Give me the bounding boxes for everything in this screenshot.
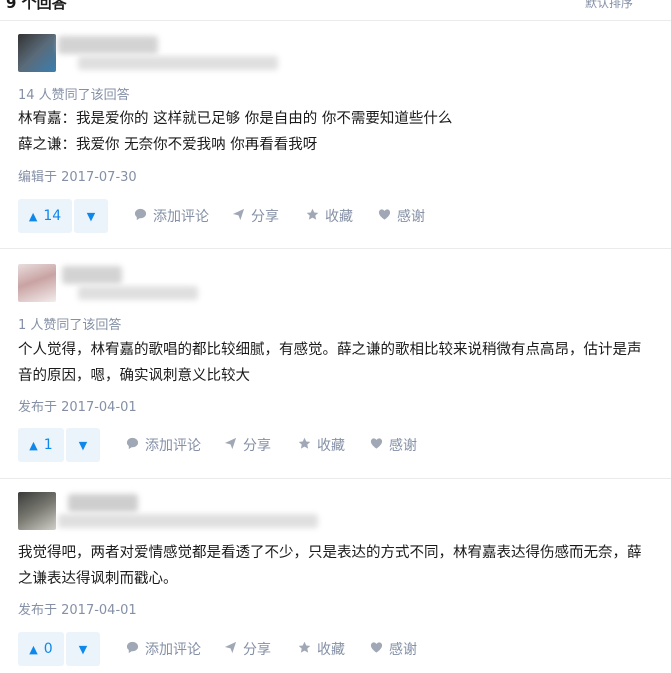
divider <box>0 478 671 479</box>
comment-label: 添加评论 <box>145 438 201 454</box>
arrow-up-icon: ▲ <box>28 209 38 223</box>
content-line: 之谦表达得讽刺而戳心。 <box>18 571 178 587</box>
answer-content: 个人觉得，林宥嘉的歌唱的都比较细腻，有感觉。薛之谦的歌相比较来说稍微有点高昂，估… <box>18 337 663 389</box>
thanks-button[interactable]: 感谢 <box>370 632 417 666</box>
content-line: 个人觉得，林宥嘉的歌唱的都比较细腻，有感觉。薛之谦的歌相比较来说稍微有点高昂，估… <box>18 342 642 358</box>
collect-button[interactable]: 收藏 <box>298 632 345 666</box>
vote-down-button[interactable]: ▼ <box>74 199 108 233</box>
thanks-label: 感谢 <box>389 438 417 454</box>
thanks-label: 感谢 <box>397 209 425 225</box>
vote-down-button[interactable]: ▼ <box>66 428 100 462</box>
answer-date[interactable]: 发布于 2017-04-01 <box>18 396 137 415</box>
heart-icon <box>378 208 391 225</box>
agree-count-text: 14 人赞同了该回答 <box>18 88 130 103</box>
content-line: 音的原因，嗯，确实讽刺意义比较大 <box>18 368 250 384</box>
collect-button[interactable]: 收藏 <box>306 199 353 233</box>
previous-header-strip: 9 个回答 默认排序 <box>0 0 671 21</box>
author-headline-blurred <box>78 56 278 70</box>
author-name-blurred <box>62 266 122 284</box>
author-info[interactable] <box>18 34 278 74</box>
comment-button[interactable]: 添加评论 <box>126 428 201 462</box>
avatar[interactable] <box>18 264 56 302</box>
avatar[interactable] <box>18 34 56 72</box>
comment-icon <box>126 437 139 454</box>
author-headline-blurred <box>58 514 318 528</box>
action-bar: ▲ 14 ▼ 添加评论 分享 收藏 感谢 <box>18 199 468 233</box>
comment-button[interactable]: 添加评论 <box>134 199 209 233</box>
comment-label: 添加评论 <box>145 642 201 658</box>
share-label: 分享 <box>243 438 271 454</box>
vote-count: 1 <box>43 437 53 453</box>
author-headline-blurred <box>78 286 198 300</box>
thanks-label: 感谢 <box>389 642 417 658</box>
comment-label: 添加评论 <box>153 209 209 225</box>
thanks-button[interactable]: 感谢 <box>378 199 425 233</box>
collect-button[interactable]: 收藏 <box>298 428 345 462</box>
vote-down-button[interactable]: ▼ <box>66 632 100 666</box>
collect-label: 收藏 <box>317 642 345 658</box>
author-name-blurred <box>68 494 138 512</box>
arrow-down-icon: ▼ <box>78 642 88 656</box>
action-bar: ▲ 0 ▼ 添加评论 分享 收藏 感谢 <box>18 632 458 666</box>
sort-option[interactable]: 默认排序 <box>585 0 633 11</box>
answers-count-title: 9 个回答 <box>6 0 67 12</box>
share-button[interactable]: 分享 <box>224 428 271 462</box>
heart-icon <box>370 437 383 454</box>
collect-label: 收藏 <box>317 438 345 454</box>
share-button[interactable]: 分享 <box>232 199 279 233</box>
share-icon <box>224 641 237 658</box>
answer-content: 我觉得吧，两者对爱情感觉都是看透了不少，只是表达的方式不同，林宥嘉表达得伤感而无… <box>18 540 663 592</box>
answer-date[interactable]: 编辑于 2017-07-30 <box>18 166 137 185</box>
heart-icon <box>370 641 383 658</box>
avatar[interactable] <box>18 492 56 530</box>
collect-label: 收藏 <box>325 209 353 225</box>
star-icon <box>298 437 311 454</box>
share-label: 分享 <box>251 209 279 225</box>
vote-count: 0 <box>43 641 53 657</box>
author-name-blurred <box>58 36 158 54</box>
content-line: 我觉得吧，两者对爱情感觉都是看透了不少，只是表达的方式不同，林宥嘉表达得伤感而无… <box>18 545 642 561</box>
author-info[interactable] <box>18 492 318 532</box>
comment-icon <box>134 208 147 225</box>
content-line: 林宥嘉：我是爱你的 这样就已足够 你是自由的 你不需要知道些什么 <box>18 111 453 127</box>
arrow-up-icon: ▲ <box>29 642 38 656</box>
share-label: 分享 <box>243 642 271 658</box>
vote-up-button[interactable]: ▲ 0 <box>18 632 64 666</box>
answer-content: 林宥嘉：我是爱你的 这样就已足够 你是自由的 你不需要知道些什么 薛之谦：我爱你… <box>18 106 658 158</box>
star-icon <box>298 641 311 658</box>
divider <box>0 248 671 249</box>
arrow-down-icon: ▼ <box>78 438 88 452</box>
answer-date[interactable]: 发布于 2017-04-01 <box>18 599 137 618</box>
thanks-button[interactable]: 感谢 <box>370 428 417 462</box>
vote-up-button[interactable]: ▲ 1 <box>18 428 64 462</box>
share-icon <box>232 208 245 225</box>
arrow-up-icon: ▲ <box>29 438 38 452</box>
vote-up-button[interactable]: ▲ 14 <box>18 199 72 233</box>
comment-icon <box>126 641 139 658</box>
share-button[interactable]: 分享 <box>224 632 271 666</box>
action-bar: ▲ 1 ▼ 添加评论 分享 收藏 感谢 <box>18 428 458 462</box>
comment-button[interactable]: 添加评论 <box>126 632 201 666</box>
content-line: 薛之谦：我爱你 无奈你不爱我呐 你再看看我呀 <box>18 137 318 153</box>
arrow-down-icon: ▼ <box>86 209 96 223</box>
vote-count: 14 <box>43 208 62 224</box>
star-icon <box>306 208 319 225</box>
share-icon <box>224 437 237 454</box>
agree-count-text: 1 人赞同了该回答 <box>18 318 122 333</box>
author-info[interactable] <box>18 264 208 304</box>
